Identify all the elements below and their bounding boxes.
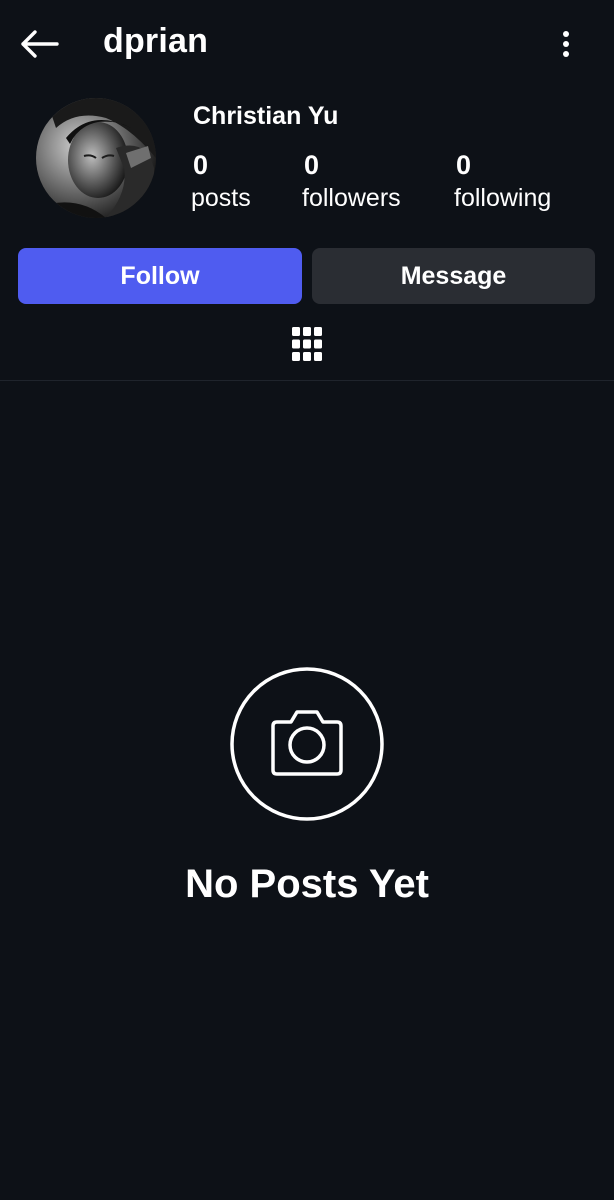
top-bar: dprian xyxy=(0,0,614,88)
followers-label: followers xyxy=(302,184,401,212)
camera-icon xyxy=(230,667,384,821)
more-vertical-icon xyxy=(563,31,569,57)
profile-display-name: Christian Yu xyxy=(193,102,339,130)
posts-label: posts xyxy=(191,184,251,212)
followers-count: 0 xyxy=(304,150,320,180)
tab-divider xyxy=(0,380,614,381)
stat-followers[interactable]: 0 followers xyxy=(302,150,401,216)
camera-circle xyxy=(229,666,385,822)
profile-username: dprian xyxy=(103,22,209,60)
back-button[interactable] xyxy=(16,24,62,64)
more-options-button[interactable] xyxy=(554,26,578,62)
following-label: following xyxy=(454,184,552,212)
tab-posts-grid[interactable] xyxy=(291,326,323,362)
profile-photo xyxy=(36,98,156,218)
empty-state-title: No Posts Yet xyxy=(185,862,429,906)
grid-icon xyxy=(292,327,322,361)
message-button[interactable]: Message xyxy=(312,248,595,304)
stat-posts[interactable]: 0 posts xyxy=(191,150,251,216)
avatar[interactable] xyxy=(36,98,156,218)
arrow-left-icon xyxy=(21,30,59,58)
stat-following[interactable]: 0 following xyxy=(454,150,551,216)
posts-count: 0 xyxy=(193,150,209,180)
following-count: 0 xyxy=(456,150,472,180)
follow-button[interactable]: Follow xyxy=(18,248,302,304)
